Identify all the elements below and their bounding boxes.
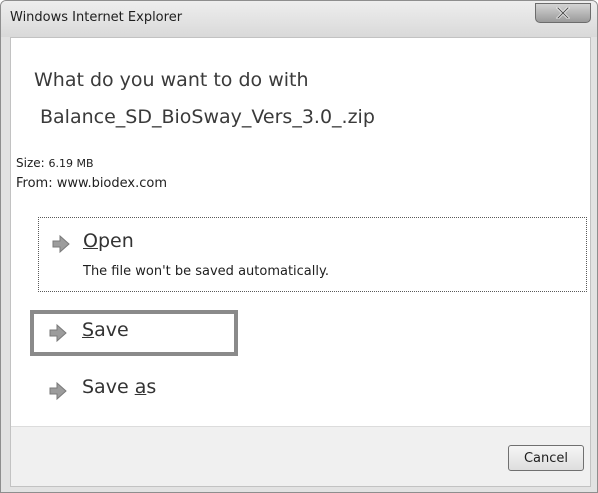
arrow-right-icon (48, 323, 68, 343)
file-source-label: From: (16, 176, 53, 191)
save-as-label: Save as (82, 376, 157, 398)
save-as-option[interactable]: Save as (34, 372, 234, 408)
dialog-footer: Cancel (11, 426, 590, 486)
cancel-button[interactable]: Cancel (508, 445, 584, 471)
save-option[interactable]: Save (34, 314, 234, 352)
prompt-question: What do you want to do with (34, 69, 309, 91)
arrow-right-icon (48, 381, 68, 401)
file-source-value: www.biodex.com (56, 176, 167, 191)
title-bar[interactable]: Windows Internet Explorer (1, 1, 597, 37)
file-size-value: 6.19 MB (48, 157, 94, 170)
window-title: Windows Internet Explorer (10, 10, 183, 25)
dialog-body: What do you want to do with Balance_SD_B… (10, 37, 591, 487)
open-label: Open (83, 230, 134, 252)
file-size-label: Size: (16, 156, 45, 170)
file-source: From: www.biodex.com (16, 176, 167, 191)
file-size: Size: 6.19 MB (16, 156, 94, 170)
open-description: The file won't be saved automatically. (83, 264, 329, 279)
file-name: Balance_SD_BioSway_Vers_3.0_.zip (40, 106, 375, 128)
save-label: Save (82, 319, 129, 341)
close-icon (556, 7, 570, 19)
close-button[interactable] (535, 3, 591, 23)
open-option[interactable]: Open The file won't be saved automatical… (38, 217, 587, 292)
dialog-window: Windows Internet Explorer What do you wa… (0, 0, 598, 493)
arrow-right-icon (51, 234, 71, 254)
